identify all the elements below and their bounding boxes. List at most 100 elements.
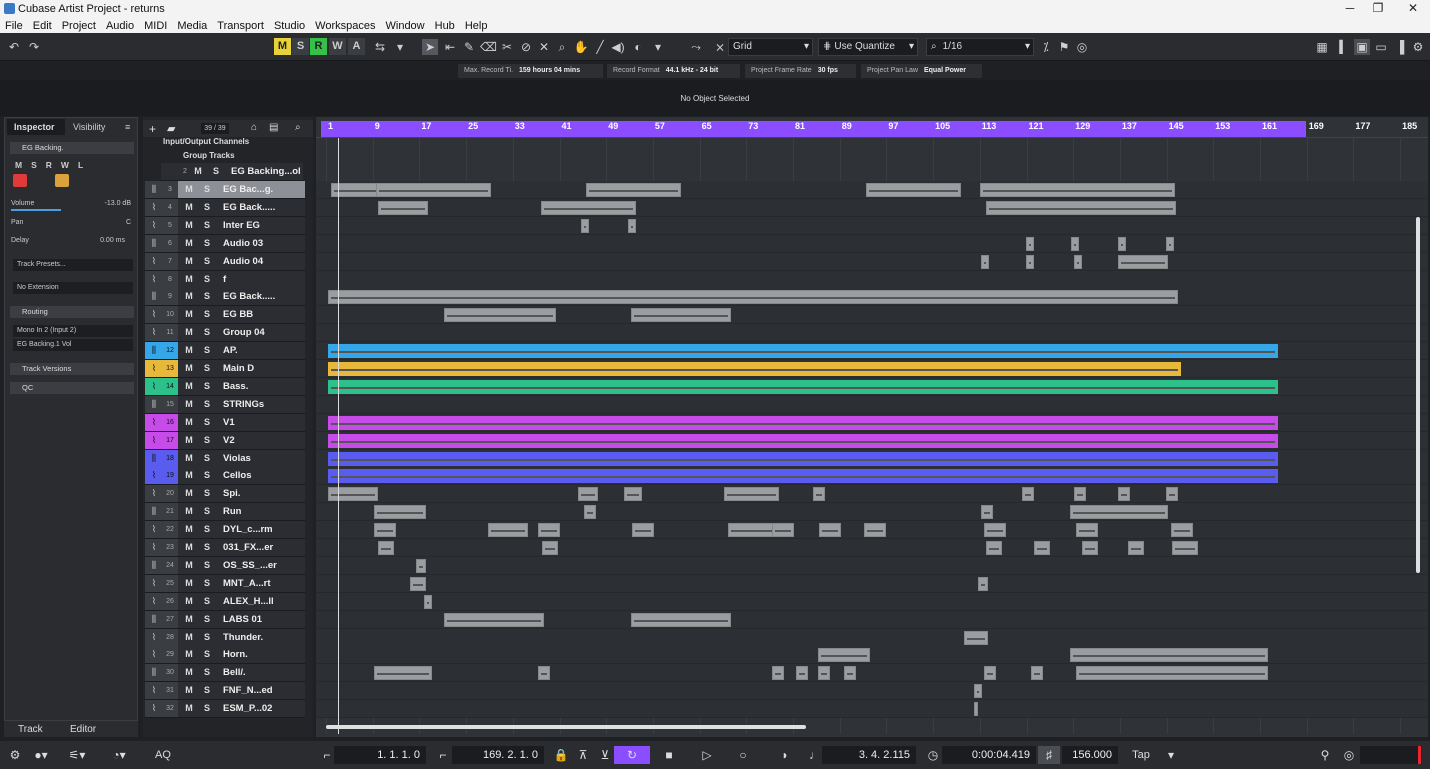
folder-icon[interactable]: ▰: [167, 122, 175, 135]
track-row[interactable]: ⫼ 18 M S Violas: [145, 449, 305, 468]
color-dropdown-icon[interactable]: ▾: [650, 39, 666, 55]
audio-event[interactable]: [981, 254, 989, 269]
solo-button[interactable]: S: [207, 163, 225, 180]
track-row[interactable]: ⌇ 10 M S EG BB: [145, 306, 305, 325]
event-lane[interactable]: [316, 682, 1428, 701]
solo-button[interactable]: S: [198, 611, 216, 628]
solo-button[interactable]: S: [198, 288, 216, 305]
mute-button[interactable]: M: [180, 664, 198, 681]
menu-file[interactable]: File: [0, 18, 28, 32]
mute-button[interactable]: M: [180, 593, 198, 610]
track-row[interactable]: ⌇ 19 M S Cellos: [145, 467, 305, 486]
event-lane[interactable]: [316, 592, 1428, 611]
audio-event[interactable]: [328, 379, 1278, 394]
range-tool-icon[interactable]: ⇤: [442, 39, 458, 55]
mute-button[interactable]: M: [180, 450, 198, 467]
list-icon[interactable]: ▤: [269, 122, 278, 133]
audio-event[interactable]: [328, 290, 1178, 305]
project-cursor[interactable]: [338, 138, 339, 734]
volume-row[interactable]: Volume -13.0 dB: [11, 200, 131, 211]
layout-icon[interactable]: ▦: [1314, 39, 1330, 55]
menu-window[interactable]: Window: [381, 18, 430, 32]
event-lane[interactable]: [316, 503, 1428, 522]
menu-audio[interactable]: Audio: [101, 18, 139, 32]
home-icon[interactable]: ⌂: [251, 122, 257, 133]
solo-button[interactable]: S: [198, 575, 216, 592]
speaker-tool-icon[interactable]: ◀): [610, 39, 626, 55]
audio-event[interactable]: [772, 523, 794, 538]
mute-button[interactable]: M: [180, 414, 198, 431]
mute-button[interactable]: M: [180, 396, 198, 413]
audio-event[interactable]: [1070, 505, 1168, 520]
audio-event[interactable]: [1026, 236, 1034, 251]
event-lane[interactable]: [316, 628, 1428, 647]
track-row[interactable]: ⌇ 8 M Sf: [145, 270, 305, 289]
solo-button[interactable]: S: [198, 396, 216, 413]
erase-tool-icon[interactable]: ⌫: [480, 39, 497, 55]
solo-button[interactable]: S: [198, 235, 216, 252]
inspector-lanes-button[interactable]: L: [78, 160, 83, 170]
input-routing-select[interactable]: Mono In 2 (Input 2): [13, 325, 133, 337]
audio-event[interactable]: [984, 523, 1006, 538]
solo-button[interactable]: S: [198, 503, 216, 520]
object-selection-tool-icon[interactable]: ➤: [422, 39, 438, 55]
event-lane[interactable]: [316, 324, 1428, 343]
mute-button[interactable]: M: [180, 199, 198, 216]
event-lane[interactable]: [316, 306, 1428, 325]
solo-button[interactable]: S: [198, 199, 216, 216]
track-row[interactable]: ⌇ 5 M S Inter EG: [145, 216, 305, 235]
audio-event[interactable]: [1074, 487, 1086, 502]
event-lane[interactable]: [316, 234, 1428, 253]
event-lane[interactable]: [316, 377, 1428, 396]
audition-button[interactable]: A: [348, 38, 365, 55]
mute-button[interactable]: M: [180, 485, 198, 502]
redo-button[interactable]: ↷: [26, 39, 42, 55]
record-button[interactable]: ○: [728, 746, 758, 764]
event-lane[interactable]: [316, 252, 1428, 271]
vertical-scrollbar[interactable]: [1416, 217, 1420, 573]
extension-select[interactable]: No Extension: [13, 282, 133, 294]
mute-button[interactable]: M: [180, 629, 198, 646]
audio-event[interactable]: [964, 630, 988, 645]
audio-event[interactable]: [1166, 236, 1174, 251]
grid-type-select[interactable]: Grid ▾: [728, 38, 813, 56]
audio-event[interactable]: [844, 666, 856, 681]
audio-event[interactable]: [1082, 541, 1098, 555]
audio-event[interactable]: [538, 523, 560, 538]
solo-button[interactable]: S: [198, 432, 216, 449]
right-locator-field[interactable]: 169. 2. 1. 0: [452, 746, 544, 764]
preroll-icon[interactable]: ◔▾: [104, 746, 134, 764]
tab-track[interactable]: Track: [18, 724, 43, 735]
audio-event[interactable]: [986, 541, 1002, 555]
track-versions-section[interactable]: Track Versions: [10, 363, 134, 375]
audio-event[interactable]: [378, 541, 394, 555]
audio-event[interactable]: [632, 523, 654, 538]
mute-button[interactable]: M: [180, 235, 198, 252]
inspector-mute-button[interactable]: M: [15, 160, 22, 170]
quantize-apply-icon[interactable]: ◎: [1074, 39, 1090, 55]
mute-button[interactable]: M: [180, 360, 198, 377]
delay-row[interactable]: Delay 0.00 ms: [11, 237, 131, 244]
left-zone-icon[interactable]: ▍: [1336, 39, 1352, 55]
audio-event[interactable]: [728, 523, 776, 538]
audio-event[interactable]: [796, 666, 808, 681]
audio-event[interactable]: [1026, 254, 1034, 269]
search-icon[interactable]: ⌕: [295, 122, 301, 133]
menu-studio[interactable]: Studio: [269, 18, 310, 32]
mute-button[interactable]: M: [180, 557, 198, 574]
audio-event[interactable]: [444, 308, 556, 323]
solo-button[interactable]: S: [198, 521, 216, 538]
audio-event[interactable]: [541, 200, 636, 215]
audio-event[interactable]: [980, 183, 1175, 197]
undo-button[interactable]: ↶: [6, 39, 22, 55]
audio-event[interactable]: [584, 505, 596, 520]
audio-event[interactable]: [624, 487, 642, 502]
solo-button[interactable]: S: [198, 342, 216, 359]
audio-event[interactable]: [1071, 236, 1079, 251]
audio-event[interactable]: [981, 505, 993, 520]
event-lane[interactable]: [316, 431, 1428, 450]
glue-tool-icon[interactable]: ⊘: [518, 39, 534, 55]
track-row[interactable]: ⌇ 29 M S Horn.: [145, 646, 305, 665]
audio-event[interactable]: [410, 576, 426, 591]
menu-help[interactable]: Help: [460, 18, 493, 32]
